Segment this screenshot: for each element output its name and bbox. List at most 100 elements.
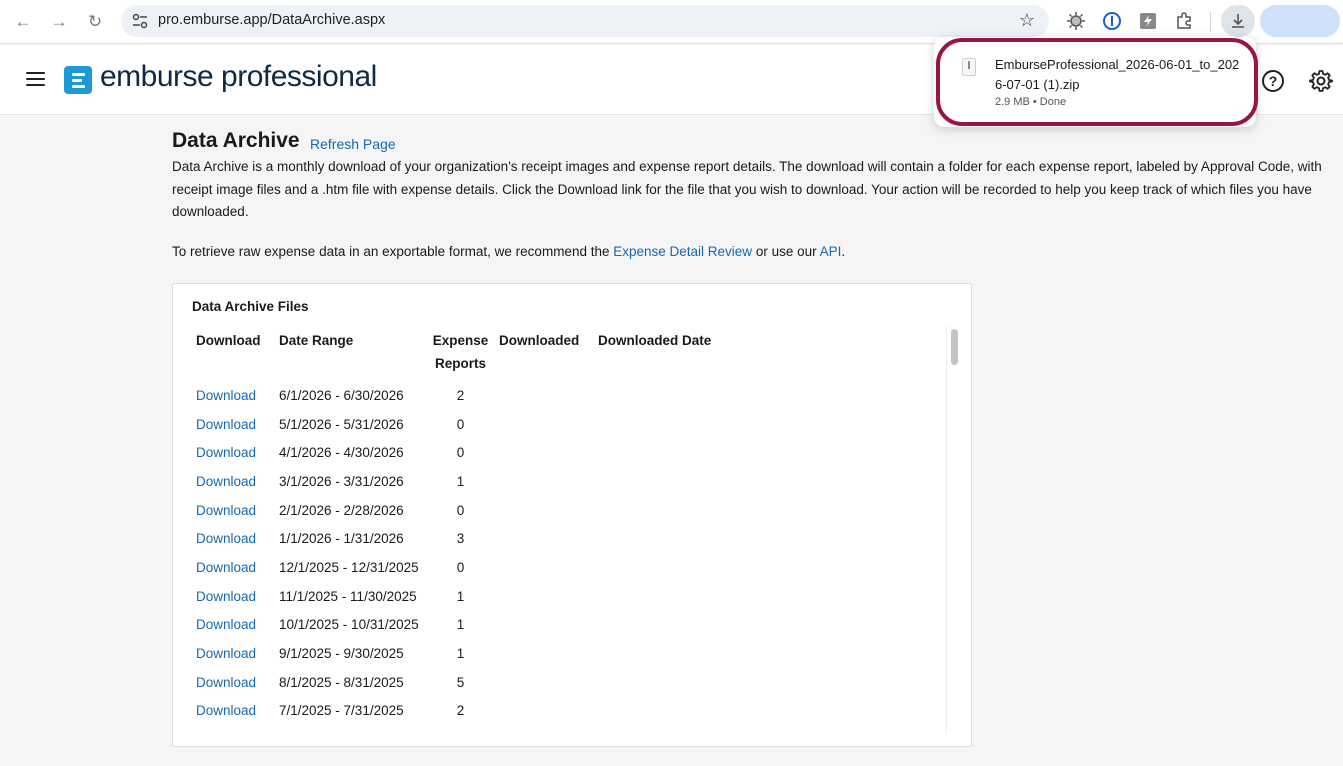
download-cell: Download (191, 553, 274, 582)
downloaded-date-cell (593, 381, 743, 410)
date-range-cell: 7/1/2025 - 7/31/2025 (279, 703, 404, 719)
downloaded-cell (494, 496, 593, 525)
reload-icon[interactable]: ↻ (84, 11, 106, 33)
zip-file-icon (962, 58, 976, 76)
download-link[interactable]: Download (196, 503, 256, 518)
table-row: Download 6/1/2026 - 6/30/2026 2 (191, 381, 743, 410)
date-range-cell: 12/1/2025 - 12/31/2025 (279, 559, 419, 575)
expense-reports-cell: 2 (456, 703, 465, 719)
download-cell: Download (191, 381, 274, 410)
downloaded-cell (494, 467, 593, 496)
forward-icon[interactable]: → (48, 11, 70, 33)
data-archive-files-card: Data Archive Files Download Date Range E… (172, 283, 972, 747)
downloaded-cell (494, 553, 593, 582)
expense-detail-review-link[interactable]: Expense Detail Review (613, 244, 752, 259)
back-icon[interactable]: ← (12, 11, 34, 33)
download-icon (1232, 14, 1244, 28)
downloaded-cell (494, 410, 593, 439)
date-range-cell: 11/1/2025 - 11/30/2025 (279, 588, 417, 604)
table-row: Download 8/1/2025 - 8/31/2025 5 (191, 668, 743, 697)
col-expense-reports: Expense Reports (432, 333, 489, 371)
scrollbar-thumb[interactable] (951, 329, 958, 365)
url-text: pro.emburse.app/DataArchive.aspx (158, 12, 386, 28)
logo-text: emburse professional (100, 60, 377, 93)
download-link[interactable]: Download (196, 531, 256, 546)
retrieve-middle: or use our (752, 244, 820, 259)
download-link[interactable]: Download (196, 445, 256, 460)
download-cell: Download (191, 697, 274, 726)
download-link[interactable]: Download (196, 560, 256, 575)
download-filename[interactable]: EmburseProfessional_2026-06-01_to_2026-0… (995, 55, 1240, 95)
date-range-cell: 4/1/2026 - 4/30/2026 (279, 445, 404, 461)
address-bar[interactable]: pro.emburse.app/DataArchive.aspx ☆ (121, 5, 1049, 37)
expense-reports-cell: 0 (456, 559, 465, 575)
api-link[interactable]: API (820, 244, 842, 259)
bookmark-star-icon[interactable]: ☆ (1019, 10, 1035, 31)
emburse-logo-icon (64, 66, 92, 94)
password-manager-icon[interactable] (1102, 11, 1122, 31)
extension-bolt-icon[interactable] (1138, 11, 1158, 31)
download-cell: Download (191, 524, 274, 553)
downloaded-date-cell (593, 611, 743, 640)
retrieve-suffix: . (841, 244, 846, 259)
downloaded-cell (494, 611, 593, 640)
expense-reports-cell: 1 (456, 588, 465, 604)
table-row: Download 5/1/2026 - 5/31/2026 0 (191, 410, 743, 439)
table-row: Download 12/1/2025 - 12/31/2025 0 (191, 553, 743, 582)
files-table: Download Date Range Expense Reports Down… (191, 326, 743, 725)
expense-reports-cell: 1 (456, 617, 465, 633)
extensions-puzzle-icon[interactable] (1174, 11, 1194, 31)
downloaded-cell (494, 438, 593, 467)
refresh-page-link[interactable]: Refresh Page (310, 136, 396, 152)
downloaded-cell (494, 381, 593, 410)
download-link[interactable]: Download (196, 474, 256, 489)
expense-reports-cell: 0 (456, 416, 465, 432)
help-icon[interactable]: ? (1262, 70, 1284, 92)
date-range-cell: 2/1/2026 - 2/28/2026 (279, 502, 404, 518)
profile-button[interactable] (1260, 5, 1340, 37)
download-cell: Download (191, 438, 274, 467)
download-link[interactable]: Download (196, 417, 256, 432)
col-downloaded: Downloaded (499, 333, 580, 348)
files-table-scroll[interactable]: Download Date Range Expense Reports Down… (191, 326, 947, 734)
downloaded-date-cell (593, 668, 743, 697)
col-date-range: Date Range (279, 333, 354, 348)
gear-icon[interactable] (1309, 69, 1333, 93)
download-cell: Download (191, 668, 274, 697)
date-range-cell: 1/1/2026 - 1/31/2026 (279, 531, 404, 547)
downloaded-cell (494, 668, 593, 697)
col-downloaded-date: Downloaded Date (598, 333, 712, 348)
expense-reports-cell: 0 (456, 502, 465, 518)
download-link[interactable]: Download (196, 589, 256, 604)
page-title: Data Archive (172, 129, 300, 152)
download-cell: Download (191, 582, 274, 611)
table-row: Download 10/1/2025 - 10/31/2025 1 (191, 611, 743, 640)
site-settings-icon[interactable] (131, 12, 149, 30)
downloaded-date-cell (593, 496, 743, 525)
downloaded-cell (494, 524, 593, 553)
expense-reports-cell: 2 (456, 387, 465, 403)
downloaded-date-cell (593, 639, 743, 668)
table-row: Download 3/1/2026 - 3/31/2026 1 (191, 467, 743, 496)
table-row: Download 4/1/2026 - 4/30/2026 0 (191, 438, 743, 467)
download-link[interactable]: Download (196, 703, 256, 718)
menu-icon[interactable] (26, 72, 45, 86)
download-link[interactable]: Download (196, 617, 256, 632)
downloaded-cell (494, 639, 593, 668)
download-cell: Download (191, 496, 274, 525)
extension-sun-icon[interactable] (1066, 11, 1086, 31)
date-range-cell: 9/1/2025 - 9/30/2025 (279, 646, 404, 662)
download-link[interactable]: Download (196, 646, 256, 661)
download-link[interactable]: Download (196, 675, 256, 690)
downloaded-date-cell (593, 467, 743, 496)
col-download: Download (196, 333, 261, 348)
downloads-button[interactable] (1221, 5, 1255, 37)
table-row: Download 9/1/2025 - 9/30/2025 1 (191, 639, 743, 668)
expense-reports-cell: 0 (456, 445, 465, 461)
download-cell: Download (191, 611, 274, 640)
table-scrollbar[interactable] (946, 326, 961, 734)
downloaded-date-cell (593, 582, 743, 611)
downloaded-cell (494, 582, 593, 611)
download-link[interactable]: Download (196, 388, 256, 403)
downloaded-date-cell (593, 410, 743, 439)
